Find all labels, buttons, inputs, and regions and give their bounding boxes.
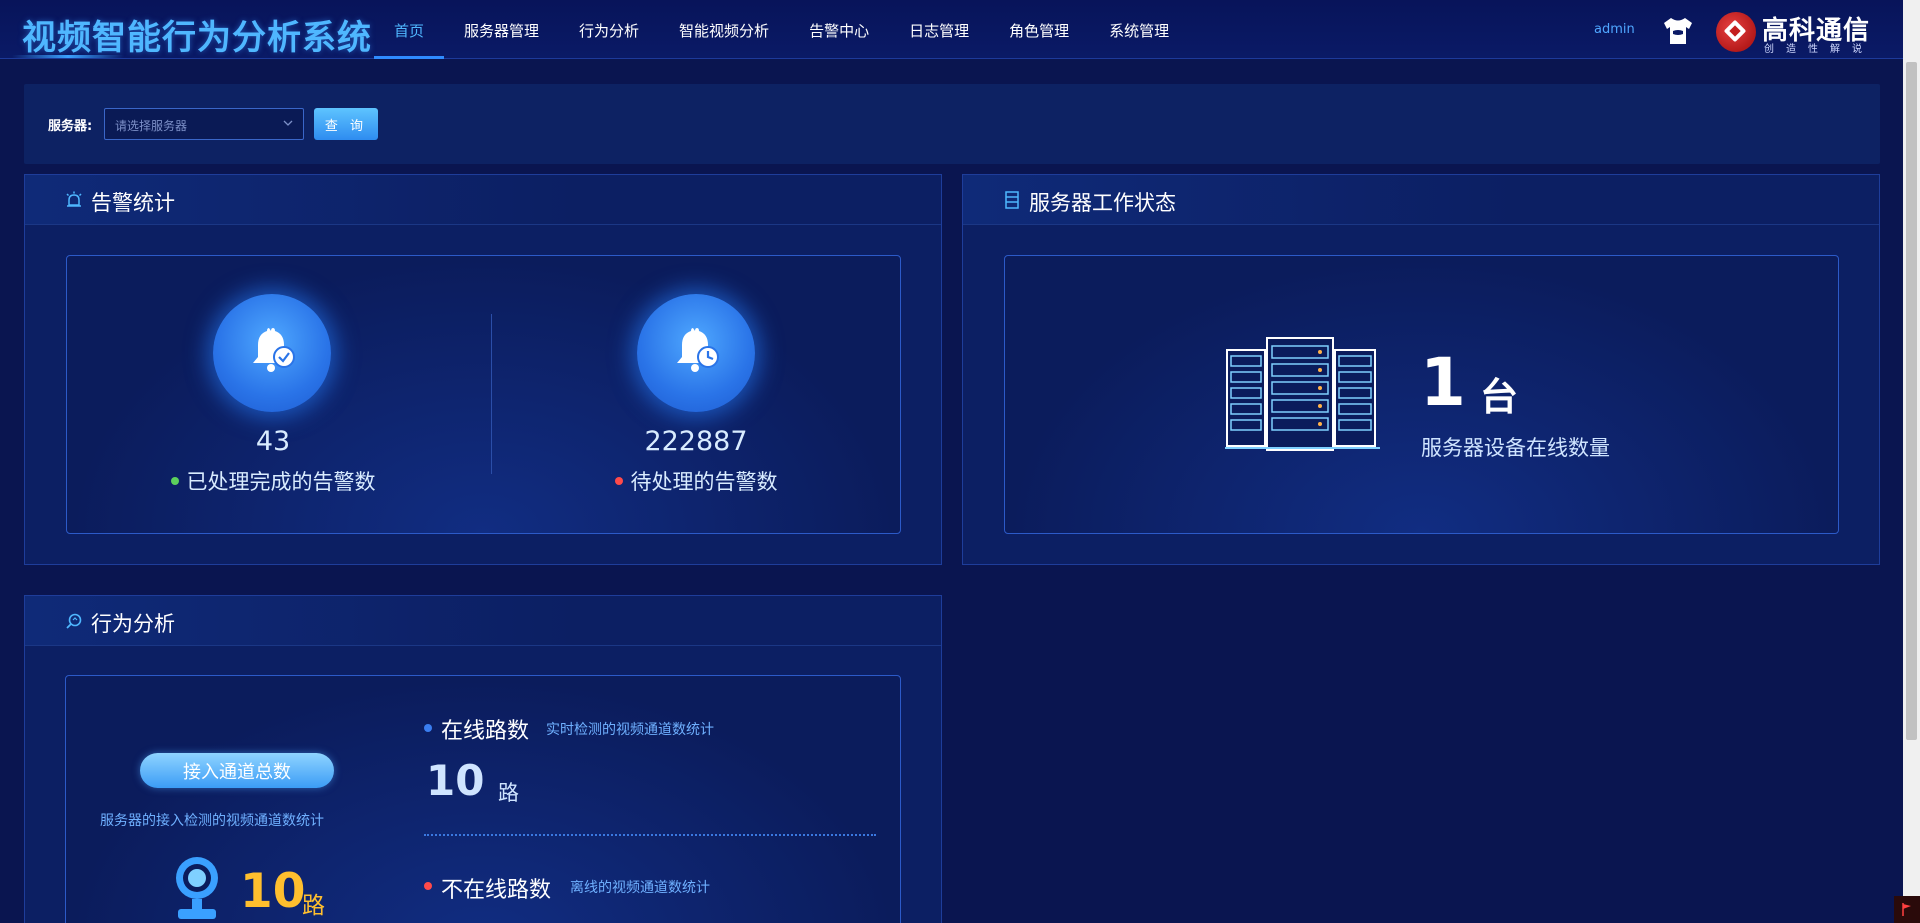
nav-item-role-management[interactable]: 角色管理: [989, 0, 1089, 59]
online-channels-unit: 路: [498, 781, 519, 805]
total-channels-unit: 路: [302, 893, 325, 919]
nav-item-behavior-analysis[interactable]: 行为分析: [559, 0, 659, 59]
app-title: 视频智能行为分析系统: [22, 18, 372, 58]
total-channels-number: 10: [240, 864, 306, 919]
server-rack-icon: [1225, 337, 1380, 451]
online-channels-description: 实时检测的视频通道数统计: [546, 722, 714, 738]
nav-item-home[interactable]: 首页: [374, 0, 445, 59]
magnifier-icon: [66, 613, 82, 629]
alarm-panel-header: 告警统计: [25, 175, 941, 225]
pending-alarm-label-text: 待处理的告警数: [630, 470, 778, 494]
processed-alarm-count: 43: [255, 426, 291, 457]
nav-item-log-management[interactable]: 日志管理: [889, 0, 989, 59]
pending-alarm-count: 222887: [644, 426, 748, 457]
online-status-dot: [424, 724, 432, 732]
server-select-placeholder: 请选择服务器: [115, 119, 188, 133]
behavior-panel-header: 行为分析: [25, 596, 941, 646]
filter-bar: 服务器: 请选择服务器 查 询: [24, 84, 1880, 164]
server-select[interactable]: 请选择服务器: [104, 108, 304, 140]
username-link[interactable]: admin: [1594, 22, 1635, 37]
server-icon: [1005, 191, 1019, 209]
flag-icon: [1894, 896, 1920, 923]
server-online-label: 服务器设备在线数量: [1421, 436, 1610, 460]
nav-item-smart-video-analysis[interactable]: 智能视频分析: [659, 0, 789, 59]
processed-status-dot: [170, 477, 179, 485]
alarm-stats-box: 43 已处理完成的告警数 222887 待处理的告警数: [66, 255, 901, 534]
processed-alarm-label: 已处理完成的告警数: [143, 466, 403, 496]
chevron-down-icon: [283, 120, 293, 126]
bell-clock-icon: [677, 328, 719, 372]
flag-glyph-icon: [1902, 903, 1911, 916]
logo-mark-icon: [1716, 12, 1756, 52]
total-channels-description: 服务器的接入检测的视频通道数统计: [100, 813, 324, 829]
pending-status-dot: [614, 477, 623, 485]
camera-icon: [176, 857, 218, 919]
total-channels-button[interactable]: 接入通道总数: [140, 753, 334, 788]
offline-status-dot: [424, 882, 432, 890]
online-channels-title: 在线路数: [441, 719, 530, 744]
nav-item-alarm-center[interactable]: 告警中心: [789, 0, 889, 59]
nav-item-system-management[interactable]: 系统管理: [1089, 0, 1189, 59]
server-online-count: 1: [1420, 344, 1466, 421]
pending-alarm-badge: [637, 294, 755, 412]
server-status-box: 1 台 服务器设备在线数量: [1004, 255, 1839, 534]
top-bar: 视频智能行为分析系统 首页 服务器管理 行为分析 智能视频分析 告警中心 日志管…: [0, 0, 1920, 59]
offline-channels-title: 不在线路数: [441, 878, 552, 903]
behavior-divider: [424, 834, 876, 836]
company-logo: 高科通信 创造性解说: [1716, 12, 1886, 55]
behavior-panel-title: 行为分析: [91, 612, 175, 636]
logo-slogan: 创造性解说: [1764, 44, 1874, 55]
server-status-panel: 服务器工作状态 1 台 服务器设备在线数量: [962, 174, 1880, 565]
processed-alarm-label-text: 已处理完成的告警数: [186, 470, 376, 494]
title-underline: [12, 55, 124, 58]
server-count-unit: 台: [1480, 375, 1519, 419]
server-filter-label: 服务器:: [48, 119, 93, 134]
alarm-stats-panel: 告警统计 43 已处理完成的告警数 222887 待处理的告警数: [24, 174, 942, 565]
processed-alarm-badge: [213, 294, 331, 412]
main-nav: 首页 服务器管理 行为分析 智能视频分析 告警中心 日志管理 角色管理 系统管理: [374, 0, 1189, 59]
online-channels-number: 10: [426, 756, 485, 805]
alarm-icon: [66, 191, 82, 207]
server-panel-header: 服务器工作状态: [963, 175, 1879, 225]
alarm-divider: [491, 314, 492, 474]
bell-check-icon: [253, 328, 295, 372]
nav-item-server-management[interactable]: 服务器管理: [444, 0, 559, 59]
query-button[interactable]: 查 询: [314, 108, 378, 140]
alarm-panel-title: 告警统计: [91, 191, 175, 215]
pending-alarm-label: 待处理的告警数: [566, 466, 826, 496]
offline-channels-description: 离线的视频通道数统计: [570, 880, 710, 896]
page-scrollbar-thumb[interactable]: [1906, 62, 1917, 740]
server-panel-title: 服务器工作状态: [1029, 191, 1176, 215]
theme-shirt-icon[interactable]: [1661, 16, 1695, 46]
